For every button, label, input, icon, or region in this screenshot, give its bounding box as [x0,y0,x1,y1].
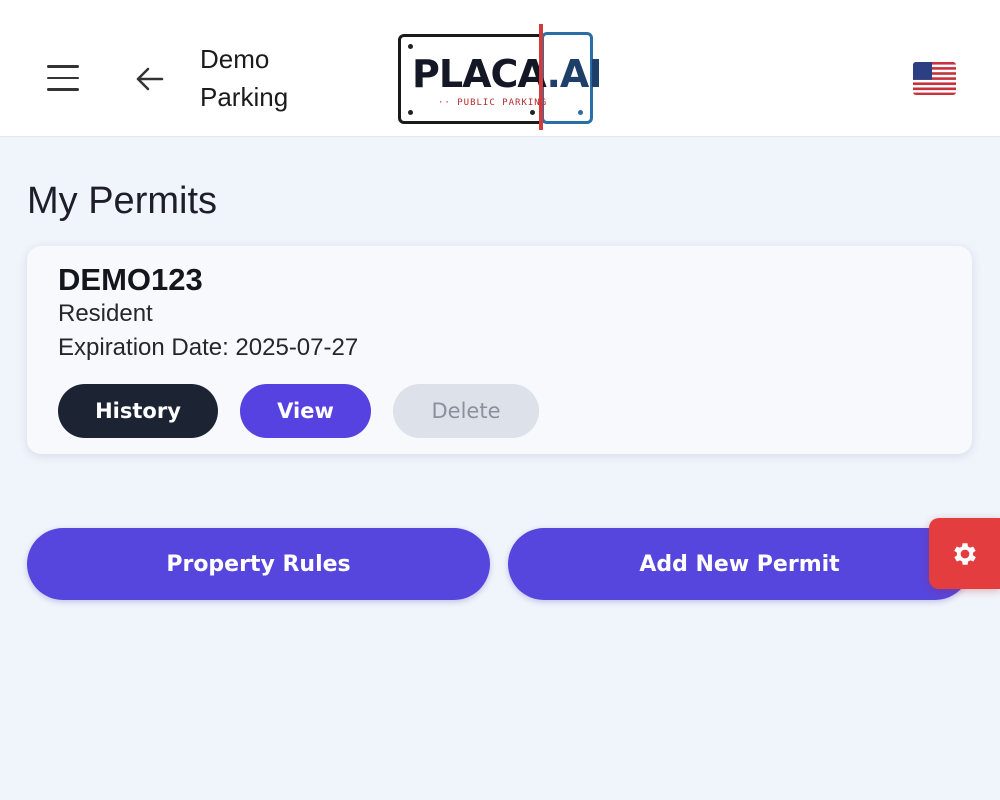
placa-ai-logo: PLACA.AI ·· PUBLIC PARKING [398,24,602,130]
hamburger-menu-icon[interactable] [40,58,86,98]
permit-plate-number: DEMO123 [58,262,203,297]
us-flag-icon[interactable] [913,62,956,95]
app-header: Demo Parking PLACA.AI ·· PUBLIC PARKING [0,0,1000,137]
back-arrow-icon[interactable] [130,60,170,98]
logo-subtext: ·· PUBLIC PARKING [438,98,548,108]
permit-expiration-date: Expiration Date: 2025-07-27 [58,334,359,361]
view-button[interactable]: View [240,384,371,438]
logo-text: PLACA [412,52,547,96]
page-title: My Permits [27,180,217,222]
header-title: Demo Parking [200,44,289,112]
history-button[interactable]: History [58,384,218,438]
add-new-permit-button[interactable]: Add New Permit [508,528,971,600]
permit-type: Resident [58,300,153,327]
delete-button[interactable]: Delete [393,384,539,438]
permit-card: DEMO123 Resident Expiration Date: 2025-0… [27,246,972,454]
property-rules-button[interactable]: Property Rules [27,528,490,600]
settings-gear-icon[interactable] [929,518,1000,589]
logo-text-ai: .AI [546,52,602,96]
